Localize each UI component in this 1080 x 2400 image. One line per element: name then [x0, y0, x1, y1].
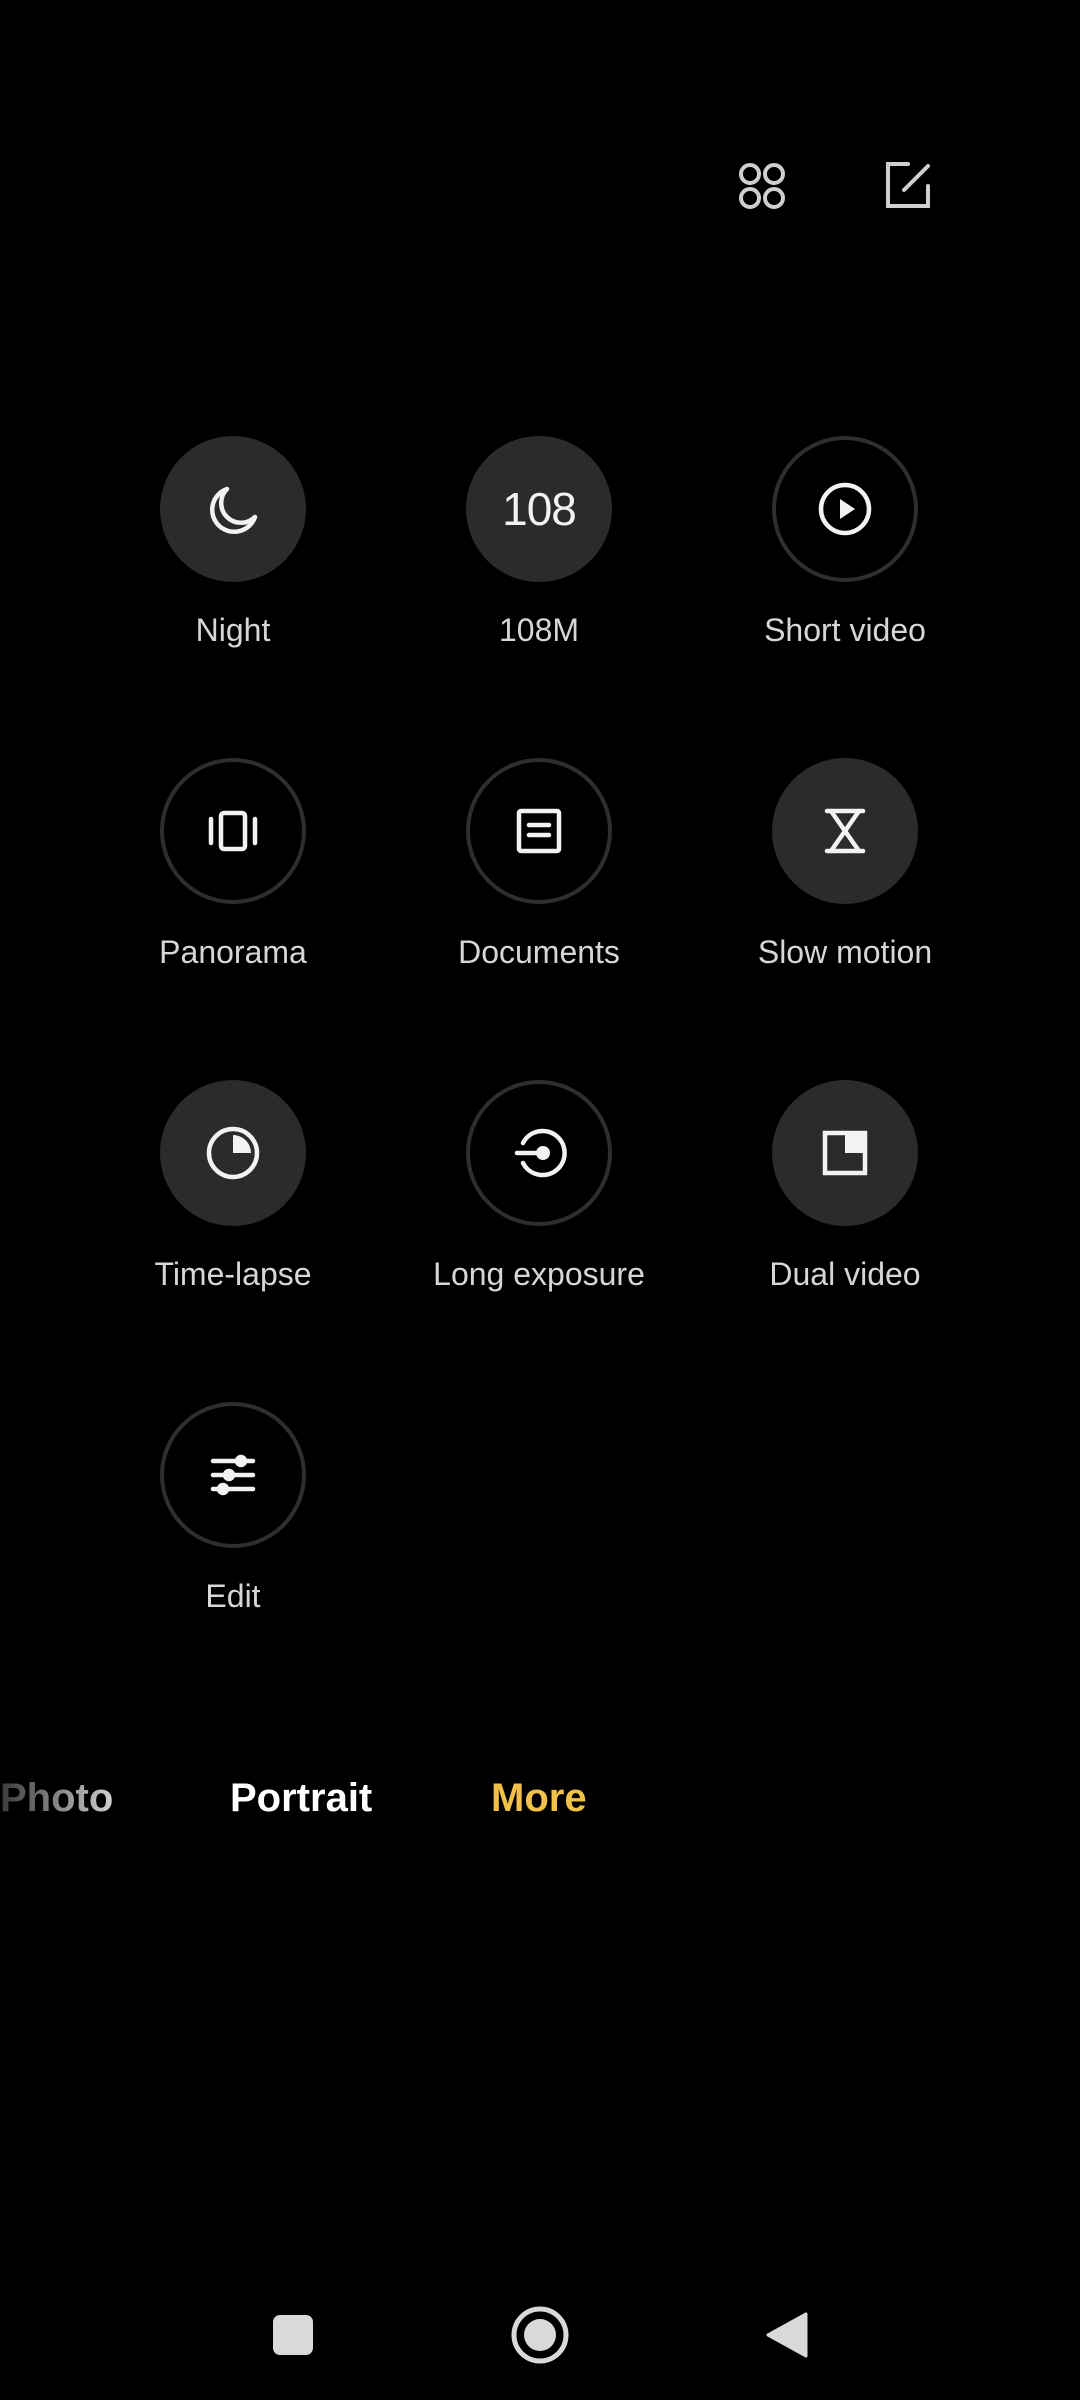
- mode-dual-video-button[interactable]: [772, 1080, 918, 1226]
- mode-long-exposure[interactable]: Long exposure: [409, 1080, 669, 1293]
- tab-more[interactable]: More: [491, 1776, 587, 1821]
- play-circle-icon: [818, 482, 872, 536]
- mode-short-video-button[interactable]: [772, 436, 918, 582]
- mode-night[interactable]: Night: [103, 436, 363, 649]
- dual-video-icon: [822, 1130, 868, 1176]
- mode-label: Documents: [458, 934, 620, 970]
- moon-icon: [209, 486, 258, 535]
- mode-time-lapse[interactable]: Time-lapse: [103, 1080, 363, 1293]
- timelapse-icon: [206, 1126, 260, 1180]
- camera-more-modes-screen: Night 108 108M Short video Panorama Docu…: [0, 0, 1080, 2400]
- mode-label: Panorama: [159, 934, 307, 970]
- mode-label: Edit: [205, 1578, 261, 1614]
- edit-icon[interactable]: [868, 146, 948, 226]
- mode-night-button[interactable]: [160, 436, 306, 582]
- back-triangle-icon[interactable]: [742, 2290, 832, 2380]
- mode-dual-video[interactable]: Dual video: [715, 1080, 975, 1293]
- mode-label: Long exposure: [433, 1256, 645, 1292]
- 108-text-icon: 108: [502, 483, 577, 535]
- mode-label: Dual video: [769, 1256, 921, 1292]
- mode-panorama-button[interactable]: [160, 758, 306, 904]
- long-exposure-icon: [514, 1128, 567, 1178]
- mode-time-lapse-button[interactable]: [160, 1080, 306, 1226]
- mode-edit-button[interactable]: [160, 1402, 306, 1548]
- mode-label: Slow motion: [757, 934, 933, 970]
- mode-108m[interactable]: 108 108M: [409, 436, 669, 649]
- mode-label: Short video: [764, 612, 926, 648]
- mode-switcher: Photo Portrait More: [0, 1776, 1080, 1836]
- mode-slow-motion[interactable]: Slow motion: [715, 758, 975, 971]
- system-nav-bar: [0, 2290, 1080, 2380]
- mode-documents[interactable]: Documents: [409, 758, 669, 971]
- tab-photo[interactable]: Photo: [0, 1776, 113, 1821]
- mode-long-exposure-button[interactable]: [466, 1080, 612, 1226]
- mode-edit[interactable]: Edit: [103, 1402, 363, 1615]
- panorama-icon: [208, 810, 258, 852]
- mode-label: 108M: [498, 612, 580, 648]
- mode-documents-button[interactable]: [466, 758, 612, 904]
- document-icon: [516, 808, 562, 854]
- tab-portrait[interactable]: Portrait: [230, 1776, 372, 1821]
- mode-label: Night: [195, 612, 271, 648]
- mode-panorama[interactable]: Panorama: [103, 758, 363, 971]
- hourglass-icon: [824, 808, 866, 854]
- recents-square-icon[interactable]: [248, 2290, 338, 2380]
- mode-108m-button[interactable]: 108: [466, 436, 612, 582]
- home-circle-icon[interactable]: [495, 2290, 585, 2380]
- grid-icon[interactable]: [722, 146, 802, 226]
- mode-label: Time-lapse: [154, 1256, 312, 1292]
- sliders-icon: [210, 1454, 256, 1496]
- mode-short-video[interactable]: Short video: [715, 436, 975, 649]
- mode-slow-motion-button[interactable]: [772, 758, 918, 904]
